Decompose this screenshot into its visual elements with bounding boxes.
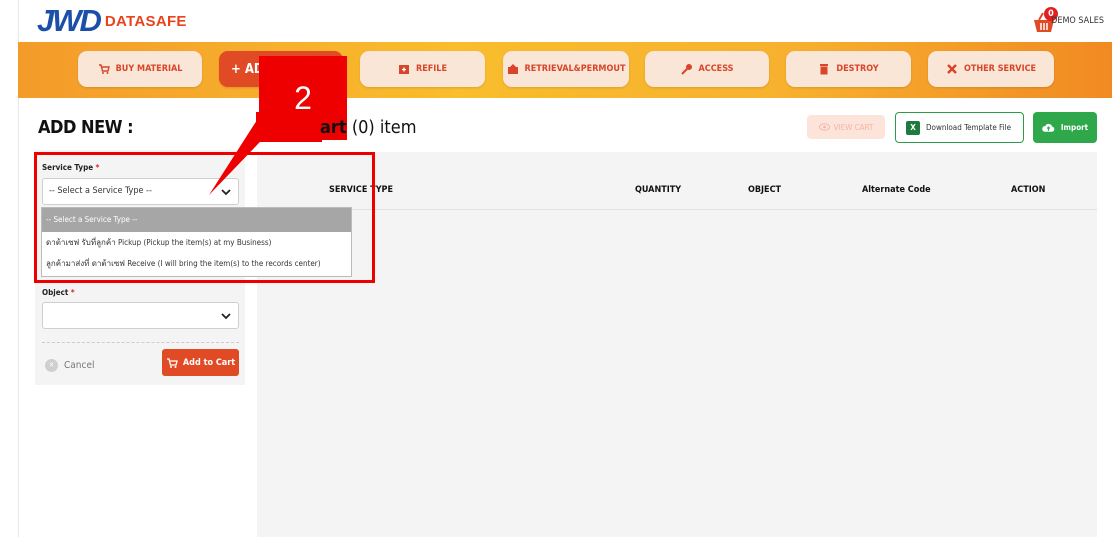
column-header-action: ACTION	[1011, 185, 1046, 195]
cart-heading-count: (0) item	[346, 117, 417, 138]
user-name[interactable]: DEMO SALES	[1051, 16, 1104, 26]
required-mark: *	[70, 288, 75, 297]
view-cart-label: VIEW CART	[833, 122, 874, 132]
column-header-alternate-code: Alternate Code	[862, 185, 931, 195]
dropdown-option-receive[interactable]: ลูกค้ามาส่งที่ ดาต้าเซฟ Receive (I will …	[42, 253, 351, 274]
cart-table: SERVICE TYPE QUANTITY OBJECT Alternate C…	[257, 152, 1097, 537]
nav-destroy[interactable]: DESTROY	[786, 51, 911, 87]
required-mark: *	[95, 163, 100, 172]
dropdown-option-pickup[interactable]: ดาต้าเซฟ รับที่ลูกค้า Pickup (Pickup the…	[42, 232, 351, 253]
nav-label: ACCESS	[698, 64, 734, 74]
nav-label: BUY MATERIAL	[115, 64, 183, 74]
column-header-object: OBJECT	[748, 185, 782, 195]
nav-label: REFILE	[415, 64, 447, 74]
service-type-dropdown-list: -- Select a Service Type -- ดาต้าเซฟ รับ…	[41, 207, 352, 277]
cancel-label: Cancel	[64, 359, 95, 371]
dropdown-option-placeholder[interactable]: -- Select a Service Type --	[42, 208, 351, 232]
callout-pointer	[209, 95, 305, 195]
service-navbar: BUY MATERIAL + AD REFILE RETRIEVAL&PERMO…	[18, 42, 1112, 98]
add-to-cart-button[interactable]: Add to Cart	[162, 349, 239, 376]
nav-buy-material[interactable]: BUY MATERIAL	[78, 51, 202, 87]
table-header-divider	[257, 209, 1097, 210]
cloud-upload-icon	[1042, 123, 1055, 132]
service-type-value: -- Select a Service Type --	[49, 186, 152, 196]
add-to-cart-label: Add to Cart	[182, 357, 236, 368]
service-type-label-text: Service Type	[42, 163, 94, 172]
retrieval-icon	[507, 64, 518, 74]
refile-box-icon	[398, 65, 409, 74]
key-icon	[680, 64, 692, 75]
cart-icon	[166, 357, 178, 368]
cart-heading: art (0) item	[320, 117, 416, 138]
cart-heading-bold: art	[320, 117, 347, 138]
close-circle-icon: ✕	[45, 358, 58, 372]
column-header-quantity: QUANTITY	[635, 185, 682, 195]
form-divider	[42, 342, 239, 343]
nav-other-service[interactable]: OTHER SERVICE	[928, 51, 1054, 87]
nav-refile[interactable]: REFILE	[360, 51, 485, 87]
trash-icon	[820, 64, 829, 75]
page-title: ADD NEW :	[38, 117, 134, 138]
view-cart-button[interactable]: VIEW CART	[807, 115, 885, 139]
service-type-label: Service Type *	[42, 163, 99, 172]
eye-icon	[818, 123, 830, 131]
excel-icon: X	[906, 120, 920, 135]
cart-icon	[98, 64, 110, 74]
nav-label: OTHER SERVICE	[963, 64, 1037, 74]
page-edge	[18, 98, 19, 537]
object-label: Object *	[42, 288, 75, 297]
cancel-button[interactable]: ✕ Cancel	[45, 355, 94, 375]
logo-text: DATASAFE	[104, 12, 187, 30]
brand-logo[interactable]: JWD DATASAFE	[37, 3, 187, 39]
import-button[interactable]: Import	[1033, 112, 1097, 143]
nav-access[interactable]: ACCESS	[645, 51, 769, 87]
top-header: JWD DATASAFE 0 DEMO SALES	[18, 0, 1112, 42]
nav-label: DESTROY	[836, 64, 879, 74]
chevron-down-icon	[221, 313, 231, 320]
nav-retrieval-permout[interactable]: RETRIEVAL&PERMOUT	[503, 51, 629, 87]
download-template-label: Download Template File	[926, 123, 1012, 132]
download-template-button[interactable]: X Download Template File	[895, 112, 1024, 143]
logo-mark: JWD	[37, 3, 102, 38]
tools-icon	[947, 64, 957, 74]
object-select[interactable]	[42, 302, 239, 329]
nav-label: RETRIEVAL&PERMOUT	[524, 64, 626, 74]
import-label: Import	[1060, 123, 1089, 132]
object-label-text: Object	[42, 288, 69, 297]
